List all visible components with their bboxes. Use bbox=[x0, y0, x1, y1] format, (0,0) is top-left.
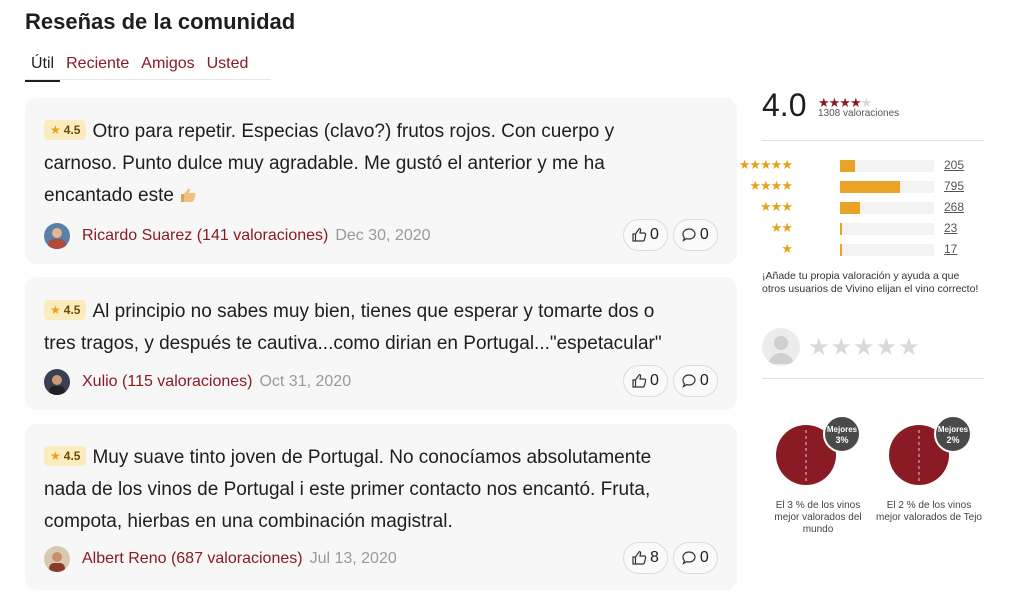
like-button[interactable]: 0 bbox=[623, 219, 668, 251]
ranking-world: Mejores 3% bbox=[776, 400, 872, 497]
distribution-row-5[interactable]: ★★★★★ 205 bbox=[739, 156, 984, 176]
stars-icon: ★★★★★ bbox=[738, 157, 793, 172]
distribution-row-2[interactable]: ★★ 23 bbox=[762, 219, 984, 239]
avatar[interactable] bbox=[44, 546, 70, 572]
svg-text:Mejores: Mejores bbox=[938, 425, 969, 434]
review-date: Dec 30, 2020 bbox=[335, 227, 431, 244]
svg-text:Mejores: Mejores bbox=[827, 425, 858, 434]
like-button[interactable]: 0 bbox=[623, 365, 668, 397]
user-avatar bbox=[762, 328, 800, 366]
wine-glass-rank-icon: Mejores 2% bbox=[889, 415, 972, 485]
distribution-bar bbox=[840, 202, 934, 214]
rating-badge: ★ 4.5 bbox=[44, 446, 87, 466]
review-meta: Xulio (115 valoraciones) Oct 31, 2020 bbox=[44, 369, 351, 395]
review-card: ★ 4.5 Muy suave tinto joven de Portugal. N… bbox=[25, 424, 737, 590]
rate-stars-input[interactable]: ★★★★★ bbox=[808, 333, 921, 362]
add-rating-prompt: ¡Añade tu propia valoración y ayuda a qu… bbox=[762, 270, 979, 295]
svg-text:3%: 3% bbox=[835, 435, 848, 445]
distribution-bar-fill bbox=[840, 244, 842, 256]
divider bbox=[762, 140, 984, 141]
thumbs-up-icon bbox=[632, 551, 647, 565]
review-text: ★ 4.5 Al principio no sabes muy bien, tien… bbox=[44, 300, 662, 354]
thumbs-up-icon bbox=[632, 374, 647, 388]
thumbs-up-emoji-icon bbox=[181, 188, 196, 202]
review-actions: 0 0 bbox=[623, 365, 718, 397]
distribution-bar bbox=[840, 160, 934, 172]
distribution-row-4[interactable]: ★★★★ 795 bbox=[749, 177, 984, 197]
avatar[interactable] bbox=[44, 369, 70, 395]
tab-amigos[interactable]: Amigos bbox=[135, 52, 200, 82]
review-meta: Ricardo Suarez (141 valoraciones) Dec 30… bbox=[44, 223, 431, 249]
comment-icon bbox=[682, 374, 696, 388]
distribution-count[interactable]: 268 bbox=[944, 200, 964, 214]
avatar[interactable] bbox=[44, 223, 70, 249]
stars-icon: ★★★★ bbox=[749, 178, 793, 193]
like-button[interactable]: 8 bbox=[623, 542, 668, 574]
author-link[interactable]: Xulio (115 valoraciones) bbox=[82, 373, 252, 391]
stars-icon: ★ bbox=[781, 241, 793, 256]
rating-count: 1308 valoraciones bbox=[818, 108, 900, 119]
distribution-count[interactable]: 17 bbox=[944, 242, 957, 256]
tab-util[interactable]: Útil bbox=[25, 52, 61, 82]
thumbs-up-icon bbox=[632, 228, 647, 242]
distribution-count[interactable]: 23 bbox=[944, 221, 957, 235]
author-link[interactable]: Albert Reno (687 valoraciones) bbox=[82, 550, 303, 568]
distribution-bar bbox=[840, 181, 934, 193]
distribution-bar-fill bbox=[840, 223, 842, 235]
comment-icon bbox=[682, 551, 696, 565]
ranking-world-caption: El 3 % de los vinos mejor valorados del … bbox=[774, 500, 862, 535]
svg-text:2%: 2% bbox=[946, 435, 959, 445]
divider bbox=[762, 378, 984, 379]
stars-icon: ★★★ bbox=[760, 199, 793, 214]
ranking-region-caption: El 2 % de los vinos mejor valorados de T… bbox=[876, 500, 982, 523]
star-icon: ★ bbox=[50, 123, 61, 137]
stars-icon: ★★ bbox=[770, 220, 793, 235]
review-card: ★ 4.5 Otro para repetir. Especias (clavo?)… bbox=[25, 98, 737, 264]
distribution-count[interactable]: 795 bbox=[944, 179, 964, 193]
rating-badge: ★ 4.5 bbox=[44, 120, 87, 140]
review-actions: 8 0 bbox=[623, 542, 718, 574]
review-text: ★ 4.5 Muy suave tinto joven de Portugal. N… bbox=[44, 446, 652, 532]
distribution-row-1[interactable]: ★ 17 bbox=[762, 240, 984, 260]
average-rating: 4.0 bbox=[762, 87, 807, 123]
comment-icon bbox=[682, 228, 696, 242]
tab-usted[interactable]: Usted bbox=[201, 52, 255, 82]
distribution-bar-fill bbox=[840, 160, 855, 172]
comment-button[interactable]: 0 bbox=[672, 542, 718, 574]
review-date: Jul 13, 2020 bbox=[309, 550, 397, 567]
review-tabs: Útil Reciente Amigos Usted bbox=[25, 52, 254, 82]
author-link[interactable]: Ricardo Suarez (141 valoraciones) bbox=[82, 227, 328, 245]
distribution-bar bbox=[840, 244, 934, 256]
review-card: ★ 4.5 Al principio no sabes muy bien, tien… bbox=[25, 277, 737, 410]
review-date: Oct 31, 2020 bbox=[259, 373, 352, 390]
tab-reciente[interactable]: Reciente bbox=[60, 52, 135, 82]
star-icon: ★ bbox=[50, 449, 61, 463]
tabs-divider bbox=[25, 79, 271, 80]
distribution-bar bbox=[840, 223, 934, 235]
review-actions: 0 0 bbox=[623, 219, 718, 251]
distribution-count[interactable]: 205 bbox=[944, 158, 964, 172]
review-meta: Albert Reno (687 valoraciones) Jul 13, 2… bbox=[44, 546, 397, 572]
comment-button[interactable]: 0 bbox=[672, 219, 718, 251]
user-placeholder-icon bbox=[768, 336, 794, 364]
star-icon: ★ bbox=[50, 303, 61, 317]
comment-button[interactable]: 0 bbox=[672, 365, 718, 397]
review-text: ★ 4.5 Otro para repetir. Especias (clavo?)… bbox=[44, 120, 615, 206]
distribution-bar-fill bbox=[840, 181, 900, 193]
wine-glass-rank-icon: Mejores 3% bbox=[776, 415, 861, 485]
distribution-bar-fill bbox=[840, 202, 860, 214]
rating-badge: ★ 4.5 bbox=[44, 300, 87, 320]
ranking-region: Mejores 2% bbox=[889, 400, 985, 497]
distribution-row-3[interactable]: ★★★ 268 bbox=[760, 198, 984, 218]
page-title: Reseñas de la comunidad bbox=[25, 9, 296, 34]
